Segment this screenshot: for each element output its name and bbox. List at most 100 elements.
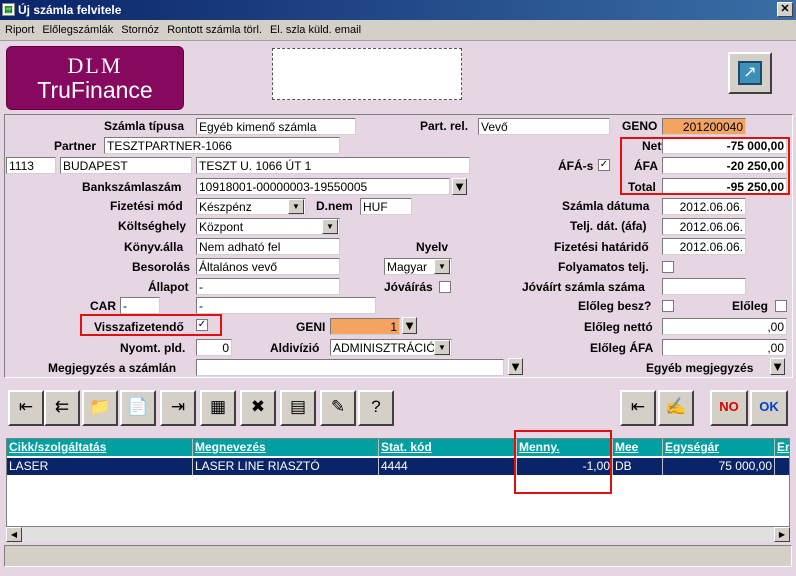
dnem-field[interactable]: HUF [360,198,412,215]
col-header-stat-kod[interactable]: Stat. kód [379,439,517,456]
close-button[interactable]: ✕ [777,2,793,17]
city-field[interactable]: BUDAPEST [60,157,192,174]
help-doc-button[interactable]: ? [358,390,394,426]
cell-stat-kod: 4444 [379,458,517,475]
insert-row-button[interactable]: ⇤ [8,390,44,426]
konyv-alla-field[interactable]: Nem adható fel [196,238,340,255]
col-header-em[interactable]: Em [775,439,789,456]
koltseghely-select[interactable]: Központ ▼ [196,218,340,235]
jovairt-szamla-label: Jóváírt számla száma [522,280,645,294]
cell-mee: DB [613,458,663,475]
nyomt-pld-field[interactable]: 0 [196,339,232,356]
besorolas-label: Besorolás [132,260,191,274]
zip-field[interactable]: 1113 [6,157,56,174]
geno-field[interactable]: 201200040 [662,118,746,135]
exit-button[interactable]: ↗ [728,52,772,94]
ok-button[interactable]: OK [750,390,788,426]
eloleg-besz-checkbox[interactable] [662,300,674,312]
menny-highlight [514,430,612,494]
konyv-alla-label: Könyv.álla [124,240,184,254]
chevron-down-icon[interactable]: ▼ [434,340,450,355]
megjegyzes-field[interactable] [196,359,504,376]
folder-icon[interactable]: 📁 [82,390,118,426]
calc-button[interactable]: ▦ [200,390,236,426]
down-arrow-icon[interactable]: ▼ [402,317,417,334]
afas-label: ÁFÁ-s [558,159,594,173]
nyelv-select[interactable]: Magyar ▼ [384,258,452,275]
partner-label: Partner [54,139,97,153]
horizontal-scrollbar[interactable]: ◀ ▶ [6,526,790,542]
car-field-1[interactable]: - [120,297,160,314]
cell-cikk: LASER [7,458,193,475]
menu-item-riport[interactable]: Riport [0,20,37,36]
bankszamlaszam-field[interactable]: 10918001-00000003-19550005 [196,178,450,195]
stamp-button[interactable]: ✎ [320,390,356,426]
sign-button[interactable]: ✍ [658,390,694,426]
grid-header: Cikk/szolgáltatás Megnevezés Stat. kód M… [7,439,789,456]
chevron-down-icon[interactable]: ▼ [434,259,450,274]
megjegyzes-label: Megjegyzés a számlán [48,361,177,375]
export-button[interactable]: ⇥ [160,390,196,426]
eloleg-checkbox[interactable] [775,300,787,312]
delete-calc-button[interactable]: ✖ [240,390,276,426]
part-rel-label: Part. rel. [420,119,469,133]
cell-em [775,458,789,475]
chevron-down-icon[interactable]: ▼ [288,199,304,214]
fizetesi-mod-select[interactable]: Készpénz ▼ [196,198,306,215]
geno-label: GENO [622,119,658,133]
down-arrow-icon[interactable]: ▼ [508,358,523,375]
col-header-cikk[interactable]: Cikk/szolgáltatás [7,439,193,456]
car-field-2[interactable]: - [196,297,376,314]
book-button[interactable]: ▤ [280,390,316,426]
szamla-tipusa-label: Számla típusa [104,119,185,133]
koltseghely-label: Költséghely [118,219,187,233]
fizetesi-hatarido-field[interactable]: 2012.06.06. [662,238,746,255]
scroll-right-icon[interactable]: ▶ [774,527,790,542]
scroll-left-icon[interactable]: ◀ [6,527,22,542]
logo: DLM TruFinance [6,46,184,110]
szamla-datuma-field[interactable]: 2012.06.06. [662,198,746,215]
copy-doc-button[interactable]: 📄 [120,390,156,426]
totals-highlight [620,137,790,195]
col-header-mee[interactable]: Mee [613,439,663,456]
list-button[interactable]: ⇤ [620,390,656,426]
down-arrow-icon[interactable]: ▼ [452,178,467,195]
app-icon: ▤ [2,3,15,16]
address-field[interactable]: TESZT U. 1066 ÚT 1 [196,157,470,174]
geni-field[interactable]: 1 [330,318,400,335]
no-button[interactable]: NO [710,390,748,426]
szamla-tipusa-field[interactable]: Egyéb kimenő számla [196,118,356,135]
table-row[interactable]: LASER LASER LINE RIASZTÓ 4444 -1,00 DB 7… [7,458,789,475]
folyamatos-telj-checkbox[interactable] [662,261,674,273]
chevron-down-icon[interactable]: ▼ [322,219,338,234]
col-header-megnevezes[interactable]: Megnevezés [193,439,379,456]
down-arrow-icon[interactable]: ▼ [770,358,785,375]
status-bar [4,545,792,567]
menu-item-rontott[interactable]: Rontott számla törl. [162,20,265,36]
aldivizio-select[interactable]: ADMINISZTRÁCIÓ ▼ [330,339,452,356]
besorolas-field[interactable]: Általános vevő [196,258,340,275]
eloleg-afa-label: Előleg ÁFA [590,341,654,355]
menu-item-storno[interactable]: Stornóz [116,20,162,36]
menu-item-eloleg[interactable]: Előlegszámlák [37,20,116,36]
menu-item-email[interactable]: El. szla küld. email [265,20,364,36]
geni-label: GENI [296,320,326,334]
dnem-label: D.nem [316,199,353,213]
part-rel-field[interactable]: Vevő [478,118,610,135]
insert-multi-button[interactable]: ⇇ [44,390,80,426]
jovairt-szamla-field[interactable] [662,278,746,295]
afas-checkbox[interactable]: ✓ [598,159,610,171]
eloleg-afa-field[interactable]: ,00 [662,339,787,356]
cell-megnevezes: LASER LINE RIASZTÓ [193,458,379,475]
drop-area[interactable] [272,48,462,100]
eloleg-netto-field[interactable]: ,00 [662,318,787,335]
allapot-field[interactable]: - [196,278,340,295]
col-header-egysegar[interactable]: Egységár [663,439,775,456]
window-title: Új számla felvitele [18,3,122,17]
aldivizio-value: ADMINISZTRÁCIÓ [333,341,436,355]
partner-field[interactable]: TESZTPARTNER-1066 [104,137,340,154]
fizetesi-hatarido-label: Fizetési határidő [554,240,649,254]
jovairas-checkbox[interactable] [439,281,451,293]
aldivizio-label: Aldivízió [270,341,320,355]
telj-dat-field[interactable]: 2012.06.06. [662,218,746,235]
